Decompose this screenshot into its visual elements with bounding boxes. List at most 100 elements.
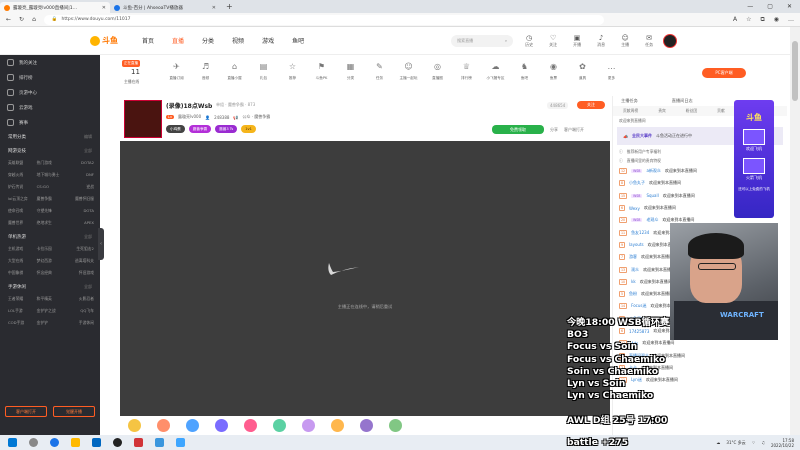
home-icon[interactable]: ⌂ [32, 16, 36, 23]
more-menu-icon[interactable]: … [788, 16, 794, 24]
category-item[interactable]: ◉ 鱼票 [539, 62, 568, 81]
minimize-button[interactable]: — [747, 3, 753, 10]
sidebar-category-link[interactable]: 主机游戏 [8, 246, 37, 252]
sidebar-category-link[interactable]: 魔兽怀旧服 [65, 196, 94, 202]
sidebar-category-link[interactable]: 金铲铲之战 [37, 308, 66, 314]
streamer-avatar[interactable] [124, 100, 162, 138]
sidebar-category-link[interactable]: DNF [65, 172, 94, 178]
new-tab-button[interactable]: + [220, 2, 239, 11]
close-tab-icon[interactable]: ✕ [212, 5, 216, 11]
category-item[interactable]: ☆ 推荐 [278, 62, 307, 81]
sidebar-item-cloudgame[interactable]: 云游戏 [0, 100, 100, 115]
chat-username[interactable]: 鱼友1234 [631, 230, 649, 236]
category-item[interactable]: ☺ 主播一起玩 [394, 62, 423, 81]
edge-browser-icon[interactable] [50, 438, 59, 447]
gift-icon[interactable] [157, 419, 170, 432]
volume-icon[interactable]: ♫ [761, 440, 765, 445]
room-tag-chip[interactable]: 1v1 [241, 125, 256, 133]
sidebar-category-link[interactable]: DOTA2 [65, 160, 94, 166]
message-button[interactable]: ♪ 消息 [593, 34, 609, 48]
sidebar-category-link[interactable]: 地下城与勇士 [37, 172, 66, 178]
obs-icon[interactable] [113, 438, 122, 447]
sidebar-category-link[interactable]: 梦幻西游 [37, 258, 66, 264]
sidebar-item-webgame[interactable]: 页游中心 [0, 85, 100, 100]
gift-icon[interactable] [331, 419, 344, 432]
gift-icon[interactable] [389, 419, 402, 432]
collections-icon[interactable]: ⧉ [760, 16, 764, 24]
search-input[interactable]: 搜索直播 ⌕ [451, 34, 514, 47]
sidebar-category-link[interactable]: 金铲铲 [37, 320, 66, 326]
sidebar-category-link[interactable]: 魔兽世界 [8, 220, 37, 226]
gift-icon[interactable] [244, 419, 257, 432]
sidebar-category-link[interactable]: COD手游 [8, 320, 37, 326]
nav-live[interactable]: 直播 [172, 36, 184, 45]
pc-client-button[interactable]: PC客户端 [702, 68, 746, 78]
subtab-week-rank[interactable]: 贡献周榜 [623, 108, 638, 114]
sidebar-category-link[interactable]: 怀念经典 [37, 270, 66, 276]
sidebar-category-link[interactable]: 大型在线 [8, 258, 37, 264]
category-item[interactable]: ✿ 道具 [568, 62, 597, 81]
room-tag-chip[interactable]: 魔兽争霸 [188, 125, 212, 133]
promo-banner[interactable]: 斗鱼 欢迎飞机 火箭飞机 还可以上免费的飞机 [734, 100, 774, 218]
chat-username[interactable]: 观众 [631, 267, 639, 273]
chat-username[interactable]: 小鱼丸子 [629, 180, 645, 186]
broadcast-button[interactable]: ▣ 开播 [569, 34, 585, 48]
chat-username[interactable]: kk [631, 279, 636, 284]
chat-username[interactable]: Wexy [629, 206, 640, 211]
category-item[interactable]: ♬ 音频 [191, 62, 220, 81]
anchor-button[interactable]: ☺ 主播 [617, 34, 633, 48]
history-button[interactable]: ◷ 历史 [521, 34, 537, 48]
category-item[interactable]: ✈ 直播订阅 [162, 62, 191, 81]
browser-tab-active[interactable]: 露璇亮_露璇亮lv000直播间|1… ✕ [0, 2, 110, 13]
store-icon[interactable] [92, 438, 101, 447]
sidebar-category-link[interactable]: CS:GO [37, 184, 66, 190]
client-link[interactable]: 客户端打开 [564, 127, 584, 133]
browser-tab[interactable]: 斗鱼-百分 | AhseoaTV播放器 ✕ [110, 2, 220, 13]
sidebar-category-link[interactable]: 绝地求生 [37, 220, 66, 226]
category-item[interactable]: ♞ 鱼吧 [510, 62, 539, 81]
subtab-vip[interactable]: 贵宾 [658, 108, 666, 114]
category-item[interactable]: ✎ 任务 [365, 62, 394, 81]
streamer-name[interactable]: 露璇亮lv000 [178, 114, 201, 120]
app-icon[interactable] [155, 438, 164, 447]
nav-video[interactable]: 视频 [232, 36, 244, 45]
close-tab-icon[interactable]: ✕ [102, 5, 106, 11]
douyu-logo[interactable]: 斗鱼 [90, 35, 118, 46]
tab-room-log[interactable]: 直播间日志 [672, 98, 693, 104]
category-item[interactable]: ⚑ 斗鱼PK [307, 62, 336, 81]
subtab-contribution[interactable]: 贡献 [717, 108, 725, 114]
sidebar-category-link[interactable]: 穿越火线 [8, 172, 37, 178]
sidebar-category-link[interactable]: 炉石传说 [8, 184, 37, 190]
user-avatar[interactable] [663, 33, 678, 48]
sidebar-category-link[interactable]: 火影忍者 [65, 296, 94, 302]
sidebar-item-events[interactable]: 赛事 [0, 115, 100, 130]
category-item[interactable]: ▤ 礼包 [249, 62, 278, 81]
gift-icon[interactable] [215, 419, 228, 432]
sidebar-category-link[interactable]: 生死狙击2 [65, 246, 94, 252]
app-icon[interactable] [134, 438, 143, 447]
maximize-button[interactable]: ▢ [767, 3, 773, 10]
sidebar-category-link[interactable]: 手游休闲 [65, 320, 94, 326]
refresh-icon[interactable]: ↻ [19, 16, 24, 23]
scrollbar-thumb[interactable] [792, 41, 798, 101]
sidebar-category-link[interactable]: 逆战 [65, 184, 94, 190]
read-aloud-icon[interactable]: A [733, 16, 737, 24]
subtab-fans[interactable]: 粉丝团 [686, 108, 697, 114]
gift-icon[interactable] [128, 419, 141, 432]
search-icon[interactable] [29, 438, 38, 447]
sidebar-category-link[interactable]: 逃离塔科夫 [65, 258, 94, 264]
section-more-link[interactable]: 全部 [84, 148, 92, 154]
windows-start-icon[interactable] [8, 438, 17, 447]
gift-icon[interactable] [186, 419, 199, 432]
gift-icon[interactable] [360, 419, 373, 432]
file-explorer-icon[interactable] [71, 438, 80, 447]
network-icon[interactable]: ⌔ [752, 440, 756, 446]
sidebar-category-link[interactable]: 和平精英 [37, 296, 66, 302]
sidebar-category-link[interactable]: 卡拉乐园 [37, 246, 66, 252]
follow-button[interactable]: ♡ 关注 [545, 34, 561, 48]
category-item[interactable]: … 更多 [597, 62, 626, 81]
sidebar-category-link[interactable]: 怀旧游戏 [65, 270, 94, 276]
video-player[interactable]: 主播正在连线中，请稍后重试 [120, 141, 610, 416]
sidebar-category-link[interactable]: APEX [65, 220, 94, 226]
edit-link[interactable]: 编辑 [84, 134, 92, 140]
